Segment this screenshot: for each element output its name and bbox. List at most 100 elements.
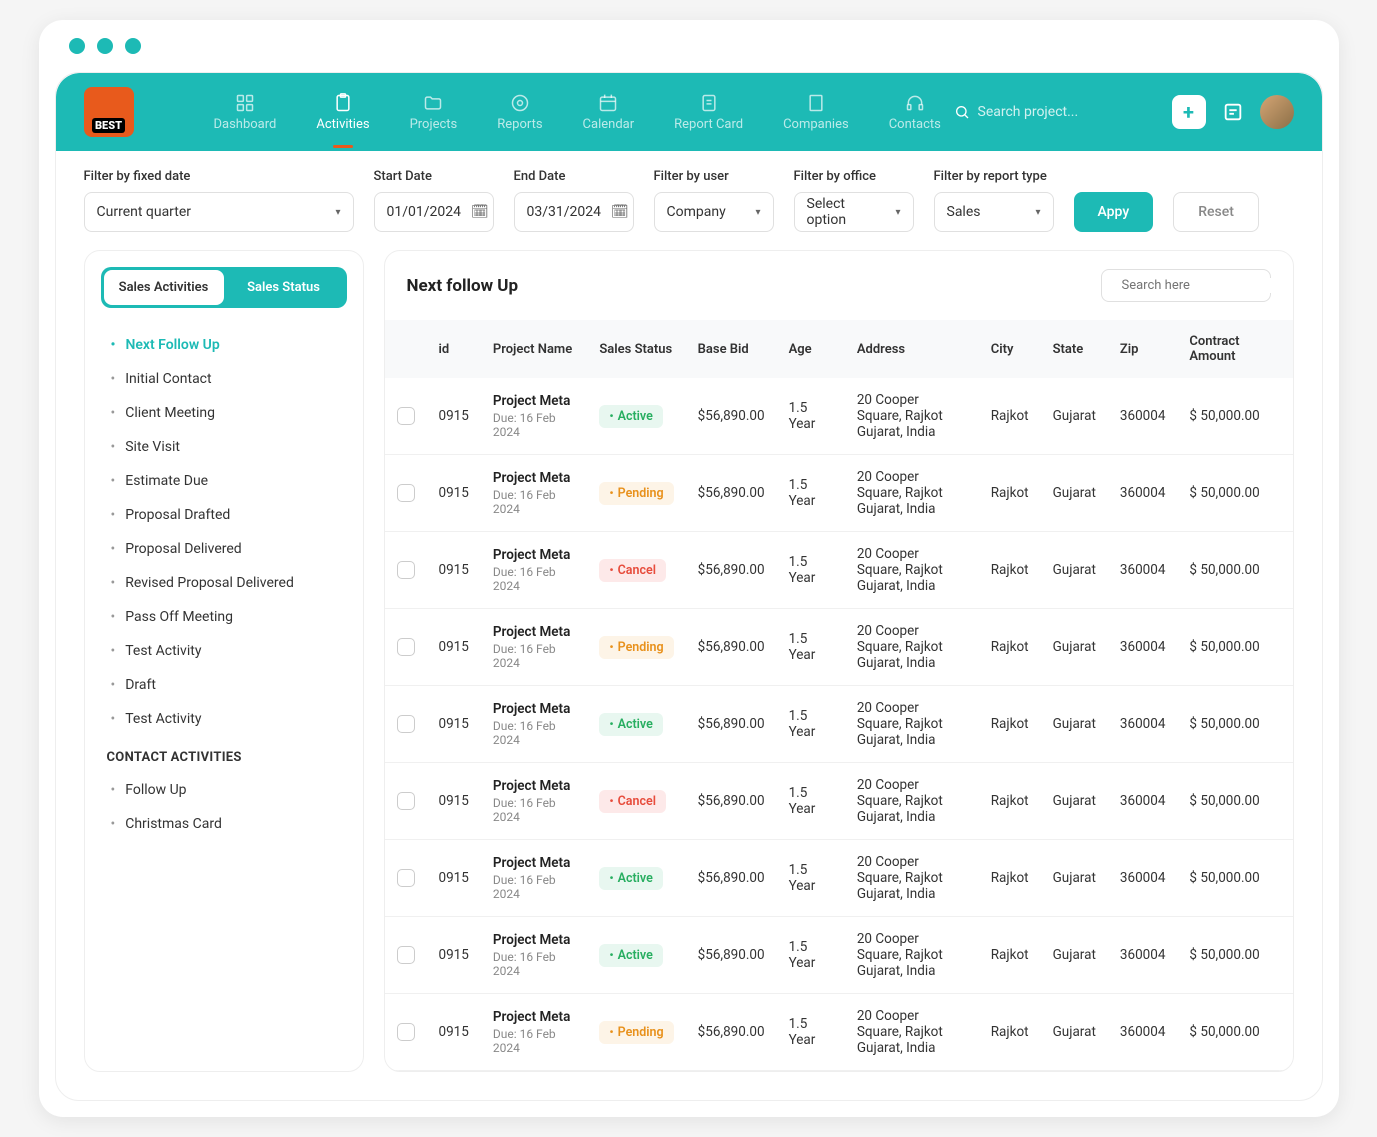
cell-id: 0915 (427, 455, 481, 532)
nav-companies[interactable]: Companies (783, 77, 849, 148)
cell-city: Rajkot (979, 686, 1041, 763)
sidebar-item[interactable]: Christmas Card (105, 807, 347, 841)
logo[interactable] (84, 87, 134, 137)
table-row[interactable]: 0915Project MetaDue: 16 Feb 2024Active$5… (385, 686, 1293, 763)
cell-base-bid: $56,890.00 (686, 840, 777, 917)
cell-state: Gujarat (1041, 840, 1108, 917)
row-checkbox[interactable] (397, 869, 415, 887)
sidebar-list: Next Follow UpInitial ContactClient Meet… (101, 328, 347, 848)
cell-id: 0915 (427, 917, 481, 994)
table-row[interactable]: 0915Project MetaDue: 16 Feb 2024Active$5… (385, 840, 1293, 917)
cell-address: 20 Cooper Square, Rajkot Gujarat, India (845, 609, 979, 686)
table-row[interactable]: 0915Project MetaDue: 16 Feb 2024Pending$… (385, 609, 1293, 686)
nav-label: Activities (316, 117, 369, 132)
row-checkbox[interactable] (397, 715, 415, 733)
chevron-down-icon: ▾ (335, 207, 340, 218)
nav-dashboard[interactable]: Dashboard (214, 77, 277, 148)
cell-address: 20 Cooper Square, Rajkot Gujarat, India (845, 994, 979, 1071)
start-date-input[interactable]: 01/01/2024 🗓 (374, 192, 494, 232)
nav-contacts[interactable]: Contacts (889, 77, 941, 148)
user-avatar[interactable] (1260, 95, 1294, 129)
global-search[interactable] (954, 104, 1156, 120)
project-due: Due: 16 Feb 2024 (493, 411, 576, 439)
nav-report-card[interactable]: Report Card (674, 77, 743, 148)
sidebar-item[interactable]: Revised Proposal Delivered (105, 566, 347, 600)
apply-button[interactable]: Appy (1074, 192, 1154, 232)
main-nav: Dashboard Activities Projects Reports Calend… (214, 77, 941, 148)
sidebar-item[interactable]: Proposal Drafted (105, 498, 347, 532)
end-date-input[interactable]: 03/31/2024 🗓 (514, 192, 634, 232)
sidebar-item[interactable]: Test Activity (105, 702, 347, 736)
sidebar-item[interactable]: Follow Up (105, 773, 347, 807)
cell-zip: 360004 (1108, 378, 1178, 455)
table-row[interactable]: 0915Project MetaDue: 16 Feb 2024Pending$… (385, 455, 1293, 532)
report-type-select[interactable]: Sales ▾ (934, 192, 1054, 232)
fixed-date-select[interactable]: Current quarter ▾ (84, 192, 354, 232)
row-checkbox[interactable] (397, 561, 415, 579)
cell-city: Rajkot (979, 455, 1041, 532)
nav-calendar[interactable]: Calendar (583, 77, 635, 148)
sidebar-item[interactable]: Pass Off Meeting (105, 600, 347, 634)
row-checkbox[interactable] (397, 792, 415, 810)
cell-city: Rajkot (979, 609, 1041, 686)
cell-base-bid: $56,890.00 (686, 763, 777, 840)
notes-icon[interactable] (1222, 101, 1244, 123)
cell-amount: $ 50,000.00 (1177, 763, 1292, 840)
window-controls (39, 20, 1339, 72)
sidebar-item[interactable]: Test Activity (105, 634, 347, 668)
row-checkbox[interactable] (397, 484, 415, 502)
table-search-input[interactable] (1122, 278, 1288, 293)
folder-icon (423, 93, 443, 113)
table-row[interactable]: 0915Project MetaDue: 16 Feb 2024Cancel$5… (385, 763, 1293, 840)
sidebar-item[interactable]: Client Meeting (105, 396, 347, 430)
nav-activities[interactable]: Activities (316, 77, 369, 148)
sidebar-item[interactable]: Next Follow Up (105, 328, 347, 362)
sidebar-item[interactable]: Proposal Delivered (105, 532, 347, 566)
cell-age: 1.5 Year (777, 532, 845, 609)
cell-zip: 360004 (1108, 840, 1178, 917)
table-search[interactable] (1101, 269, 1271, 302)
filter-label: Filter by fixed date (84, 169, 354, 184)
table-row[interactable]: 0915Project MetaDue: 16 Feb 2024Cancel$5… (385, 532, 1293, 609)
grid-icon (235, 93, 255, 113)
tab-sales-status[interactable]: Sales Status (224, 270, 344, 305)
reset-button[interactable]: Reset (1173, 192, 1259, 232)
nav-label: Reports (497, 117, 542, 132)
table-row[interactable]: 0915Project MetaDue: 16 Feb 2024Active$5… (385, 378, 1293, 455)
table-row[interactable]: 0915Project MetaDue: 16 Feb 2024Pending$… (385, 994, 1293, 1071)
sidebar-item[interactable]: Draft (105, 668, 347, 702)
cell-id: 0915 (427, 840, 481, 917)
table-row[interactable]: 0915Project MetaDue: 16 Feb 2024Active$5… (385, 917, 1293, 994)
cell-state: Gujarat (1041, 532, 1108, 609)
office-select[interactable]: Select option ▾ (794, 192, 914, 232)
sidebar-item[interactable]: Estimate Due (105, 464, 347, 498)
cell-address: 20 Cooper Square, Rajkot Gujarat, India (845, 763, 979, 840)
tab-sales-activities[interactable]: Sales Activities (104, 270, 224, 305)
filter-label: Filter by report type (934, 169, 1054, 184)
nav-projects[interactable]: Projects (410, 77, 458, 148)
row-checkbox[interactable] (397, 1023, 415, 1041)
disc-icon (510, 93, 530, 113)
add-button[interactable]: + (1172, 95, 1206, 129)
user-select[interactable]: Company ▾ (654, 192, 774, 232)
project-name: Project Meta (493, 470, 576, 486)
data-table: idProject NameSales StatusBase BidAgeAdd… (385, 320, 1293, 1071)
sidebar-item[interactable]: Initial Contact (105, 362, 347, 396)
status-badge: Pending (599, 482, 673, 505)
row-checkbox[interactable] (397, 407, 415, 425)
cell-zip: 360004 (1108, 686, 1178, 763)
search-input[interactable] (978, 104, 1156, 120)
row-checkbox[interactable] (397, 946, 415, 964)
sidebar-item[interactable]: Lunch Meeting (105, 841, 347, 848)
cell-base-bid: $56,890.00 (686, 455, 777, 532)
filter-label: End Date (514, 169, 634, 184)
building-icon (806, 93, 826, 113)
row-checkbox[interactable] (397, 638, 415, 656)
sidebar-item[interactable]: Site Visit (105, 430, 347, 464)
nav-reports[interactable]: Reports (497, 77, 542, 148)
filter-bar: Filter by fixed date Current quarter ▾ S… (56, 151, 1322, 250)
cell-base-bid: $56,890.00 (686, 532, 777, 609)
cell-id: 0915 (427, 686, 481, 763)
cell-amount: $ 50,000.00 (1177, 378, 1292, 455)
project-due: Due: 16 Feb 2024 (493, 719, 576, 747)
